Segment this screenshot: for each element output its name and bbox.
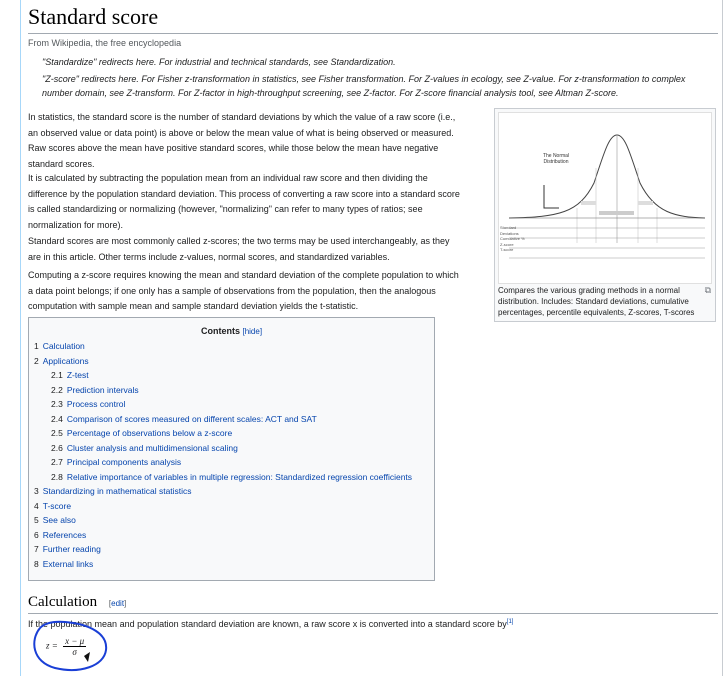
text-line: Computing a z-score requires knowing the… [28, 270, 459, 280]
intro-paragraph-1: In statistics, the standard score is the… [28, 110, 484, 172]
toc-item[interactable]: 5 See also [34, 515, 76, 525]
toc-item[interactable]: 3 Standardizing in mathematical statistic… [34, 486, 192, 496]
toc-item-number: 1 [34, 341, 39, 351]
calculation-text: If the population mean and population st… [28, 619, 513, 629]
toc-item[interactable]: 2 Applications [34, 356, 89, 366]
toc-item[interactable]: 2.6 Cluster analysis and multidimensional… [51, 443, 238, 453]
intro-paragraph-3: Standard scores are most commonly called… [28, 234, 484, 265]
text-line: It is calculated by subtracting the popu… [28, 173, 428, 183]
text-line: In statistics, the standard score is the… [28, 112, 456, 122]
toc-item-label[interactable]: External links [43, 559, 94, 569]
toc-item-label[interactable]: Z-test [67, 370, 89, 380]
toc-item[interactable]: 6 References [34, 530, 86, 540]
hatnote-zscore-cont[interactable]: number domain, see Z-transform. For Z-fa… [42, 87, 619, 99]
edit-section: [edit] [108, 599, 127, 608]
toc-item-number: 2.1 [51, 370, 63, 380]
page-title: Standard score [28, 4, 718, 34]
figure-box: The Normal Distribution Standard Deviati… [494, 108, 716, 322]
toc-item[interactable]: 2.1 Z-test [51, 370, 89, 380]
page-subtitle: From Wikipedia, the free encyclopedia [28, 38, 182, 48]
toc-item-label[interactable]: Principal components analysis [67, 457, 181, 467]
toc-item-number: 4 [34, 500, 39, 511]
toc-item[interactable]: 2.4 Comparison of scores measured on diff… [51, 414, 317, 424]
toc-item[interactable]: 4 T-score [34, 501, 71, 511]
toc-item[interactable]: 2.7 Principal components analysis [51, 457, 181, 467]
row-label: T-score [500, 247, 514, 252]
toc-item[interactable]: 1 Calculation [34, 341, 85, 351]
toc-item[interactable]: 2.3 Process control [51, 399, 125, 409]
text-line: computation with sample mean and sample … [28, 301, 359, 311]
text-line: standard scores. [28, 158, 95, 169]
intro-paragraph-4: Computing a z-score requires knowing the… [28, 268, 484, 315]
zscore-formula: z = x − μ σ [46, 636, 87, 657]
enlarge-icon[interactable]: ⧉ [705, 285, 711, 296]
intro-paragraph-2: It is calculated by subtracting the popu… [28, 171, 484, 233]
section-heading-calculation: Calculation [edit] [28, 594, 718, 614]
toc-item-number: 2.7 [51, 457, 63, 467]
toc-item-number: 2 [34, 355, 39, 366]
normal-distribution-image[interactable]: The Normal Distribution Standard Deviati… [498, 112, 712, 284]
toc-hide-link[interactable]: [hide] [242, 327, 262, 336]
page-right-border [722, 0, 723, 676]
text-line: an observed value or data point) is abov… [28, 127, 454, 138]
section-heading-text: Calculation [28, 594, 98, 610]
toc-item[interactable]: 8 External links [34, 559, 93, 569]
toc-item[interactable]: 2.8 Relative importance of variables in m… [51, 472, 412, 482]
formula-fraction: x − μ σ [63, 636, 87, 657]
text-line: normalization for more). [28, 219, 124, 230]
toc-item-label[interactable]: T-score [43, 501, 71, 511]
toc-item-number: 7 [34, 544, 39, 554]
page-left-border [20, 0, 21, 676]
hatnote-standardize[interactable]: "Standardize" redirects here. For indust… [42, 56, 396, 68]
formula-denominator: σ [72, 647, 77, 657]
row-label: Standard Deviations [500, 225, 519, 236]
formula-numerator: x − μ [63, 636, 87, 647]
toc-item[interactable]: 7 Further reading [34, 544, 101, 554]
hatnote-zscore[interactable]: "Z-score" redirects here. For Fisher z-t… [42, 73, 685, 85]
calculation-sentence: If the population mean and population st… [28, 619, 507, 629]
toc-item-label[interactable]: References [43, 530, 86, 540]
toc-item-label[interactable]: Further reading [43, 544, 101, 554]
toc-item-label[interactable]: Percentage of observations below a z-sco… [67, 428, 232, 438]
toc-item-number: 3 [34, 486, 39, 496]
toc-item-label[interactable]: Standardizing in mathematical statistics [43, 486, 192, 496]
text-line: Standard scores are most commonly called… [28, 236, 450, 246]
toc-item-number: 2.5 [51, 428, 63, 438]
toc-title-text: Contents [200, 326, 240, 336]
toc-item-label[interactable]: Applications [43, 356, 89, 366]
formula-lhs: z = [46, 640, 58, 651]
figure-row-labels: Standard Deviations Cumulative % Z-score… [500, 225, 530, 253]
edit-link[interactable]: edit [111, 599, 124, 608]
toc-item-number: 2.4 [51, 413, 63, 424]
toc-item-label[interactable]: Relative importance of variables in mult… [67, 472, 412, 482]
text-line: is called standardizing or normalizing (… [28, 204, 423, 214]
figure-label: The Normal Distribution [542, 153, 570, 165]
toc-item[interactable]: 2.5 Percentage of observations below a z-… [51, 428, 232, 438]
figure-caption: Compares the various grading methods in … [498, 286, 695, 317]
text-line: difference by the population standard de… [28, 188, 460, 199]
toc-item-number: 2.2 [51, 384, 63, 395]
toc-item-number: 2.8 [51, 471, 63, 482]
toc-item-label[interactable]: Cluster analysis and multidimensional sc… [67, 443, 238, 453]
reference-link[interactable]: [1] [507, 619, 514, 625]
toc-item[interactable]: 2.2 Prediction intervals [51, 385, 139, 395]
toc-item-number: 2.3 [51, 399, 63, 409]
text-line: Raw scores above the mean have positive … [28, 143, 439, 153]
text-line: are in this article. Other terms include… [28, 251, 390, 262]
toc-item-number: 2.6 [51, 442, 63, 453]
normal-curve-graphic [508, 134, 706, 259]
table-of-contents: Contents [hide] 1 Calculation 2 Application… [28, 317, 435, 581]
toc-item-label[interactable]: Prediction intervals [67, 385, 139, 395]
toc-item-number: 5 [34, 515, 39, 525]
toc-item-label[interactable]: Comparison of scores measured on differe… [67, 414, 317, 424]
toc-item-number: 6 [34, 529, 39, 540]
toc-item-number: 8 [34, 558, 39, 569]
text-line: a data point belongs; if one only has a … [28, 285, 436, 296]
toc-item-label[interactable]: Calculation [43, 341, 85, 351]
toc-item-label[interactable]: See also [43, 515, 76, 525]
toc-title: Contents [hide] [29, 326, 434, 336]
toc-item-label[interactable]: Process control [67, 399, 126, 409]
